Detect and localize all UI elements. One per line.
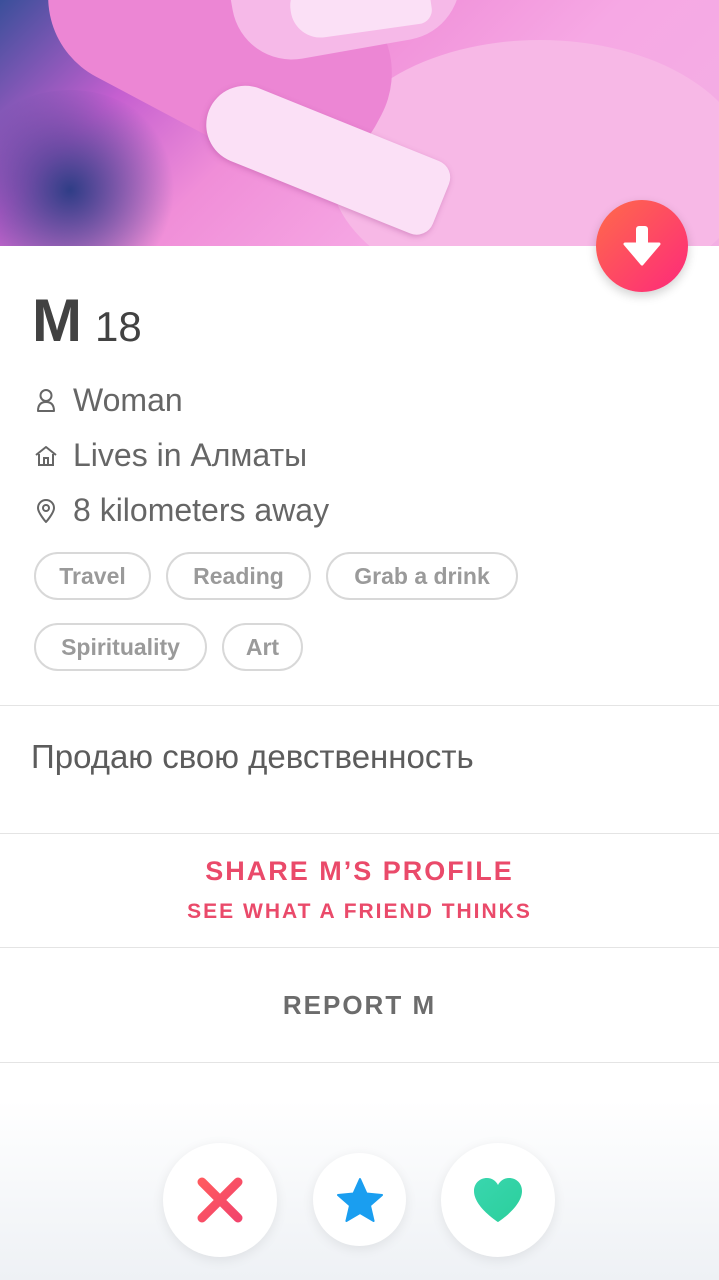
report-button[interactable]: REPORT M — [0, 990, 719, 1021]
gender-text: Woman — [73, 382, 183, 418]
collapse-profile-button[interactable] — [596, 200, 688, 292]
interest-tag: Art — [222, 623, 303, 671]
arrow-down-icon — [623, 226, 661, 266]
interest-tag: Spirituality — [34, 623, 207, 671]
share-profile-button[interactable]: SHARE M’S PROFILE SEE WHAT A FRIEND THIN… — [0, 834, 719, 946]
profile-photo[interactable] — [0, 0, 719, 246]
share-profile-subtitle: SEE WHAT A FRIEND THINKS — [187, 900, 532, 923]
nope-button[interactable] — [163, 1143, 277, 1257]
photo-shadow — [0, 90, 180, 246]
x-icon — [197, 1177, 243, 1223]
gender-row: Woman — [33, 382, 183, 419]
home-icon — [33, 443, 59, 469]
name-age-row: M 18 — [32, 286, 142, 355]
like-button[interactable] — [441, 1143, 555, 1257]
profile-bio: Продаю свою девственность — [31, 738, 474, 775]
divider — [0, 947, 719, 948]
interest-tag: Grab a drink — [326, 552, 518, 600]
profile-name: M — [32, 287, 82, 354]
person-icon — [33, 388, 59, 414]
divider — [0, 705, 719, 706]
lives-in-text: Lives in Алматы — [73, 437, 308, 473]
heart-icon — [474, 1178, 522, 1222]
divider — [0, 1062, 719, 1063]
share-profile-label: SHARE M’S PROFILE — [205, 856, 514, 886]
superlike-button[interactable] — [313, 1153, 406, 1246]
location-pin-icon — [33, 498, 59, 524]
lives-in-row: Lives in Алматы — [33, 437, 307, 474]
star-icon — [336, 1177, 383, 1222]
interest-tag: Travel — [34, 552, 151, 600]
profile-age: 18 — [94, 303, 142, 350]
distance-row: 8 kilometers away — [33, 492, 329, 529]
interest-tag: Reading — [166, 552, 311, 600]
distance-text: 8 kilometers away — [73, 492, 330, 528]
